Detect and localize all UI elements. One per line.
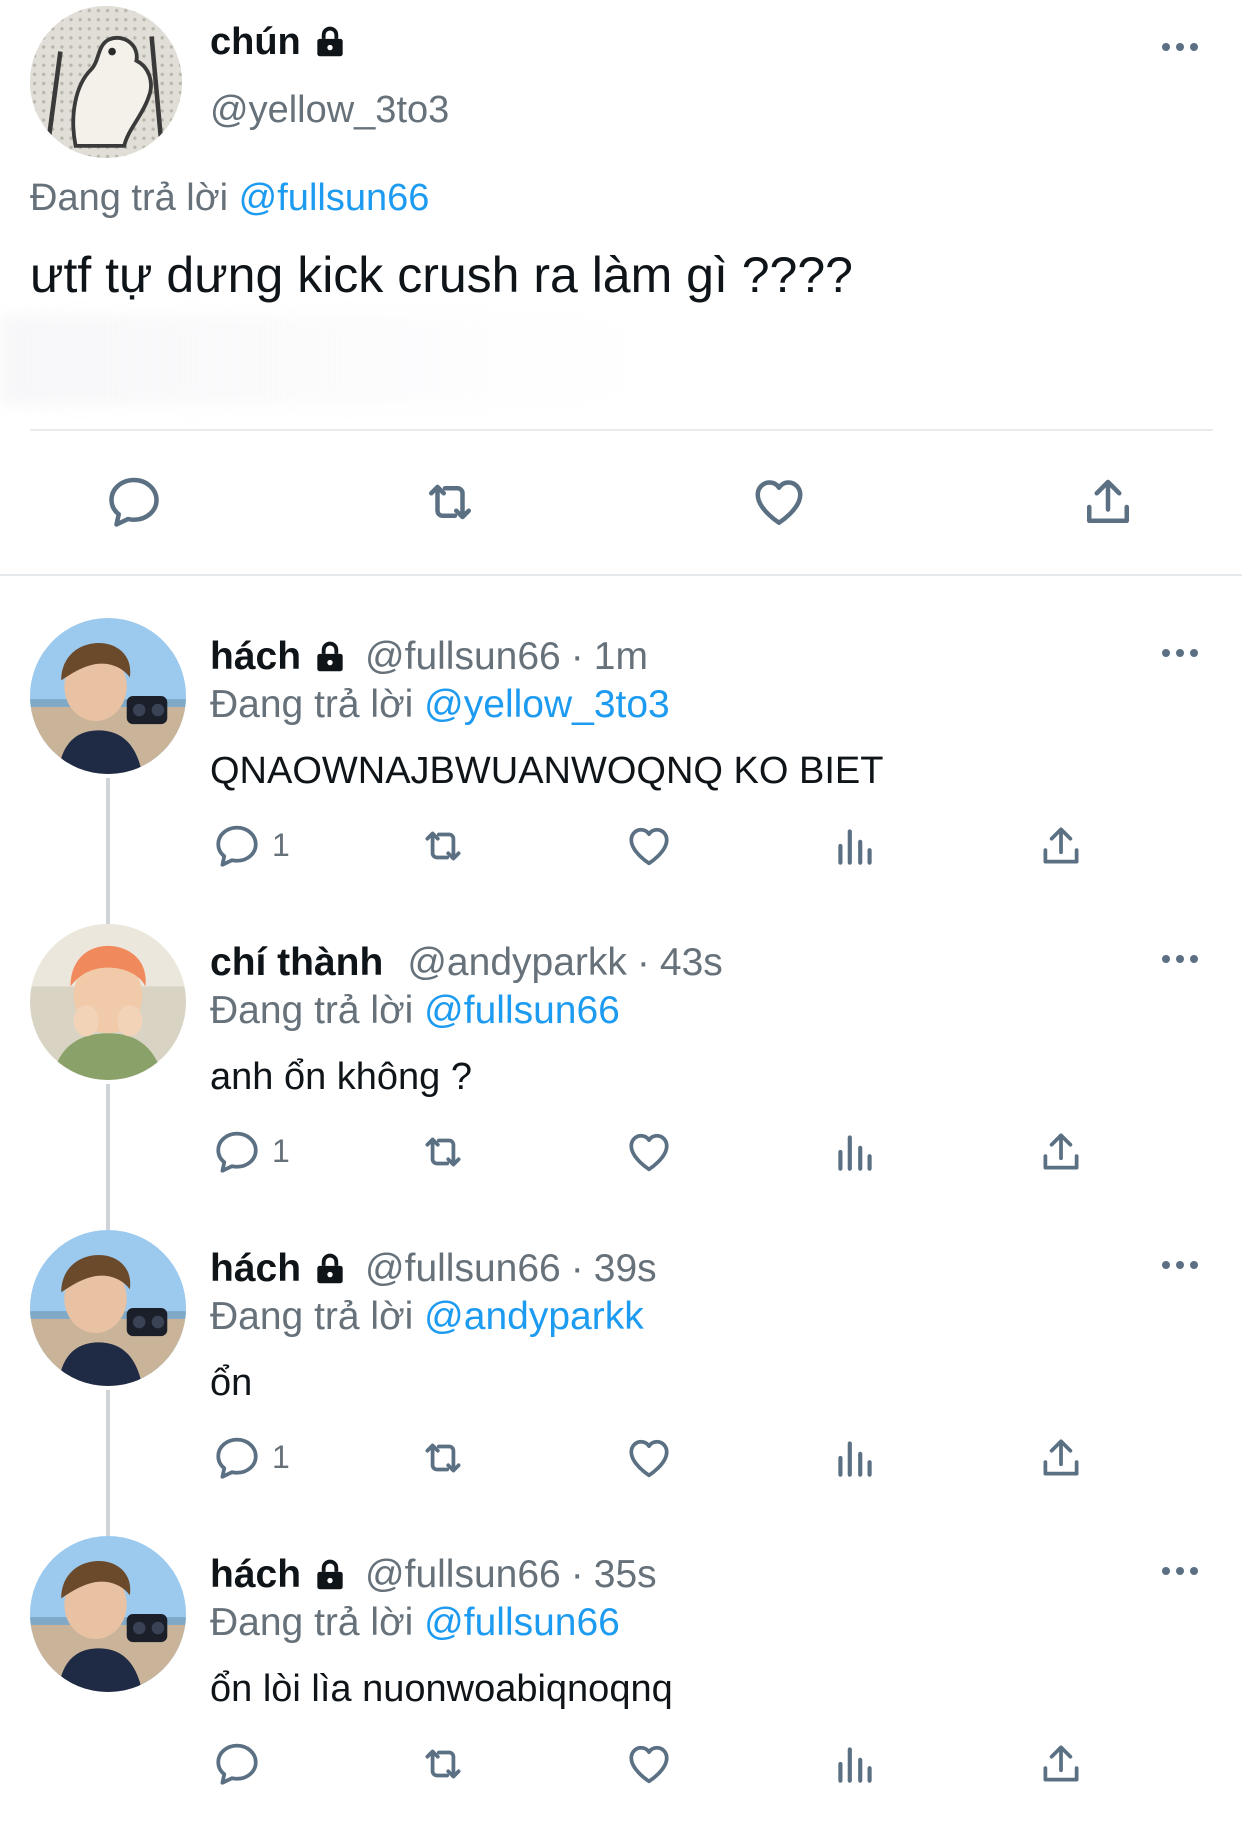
timestamp[interactable]: 1m xyxy=(594,632,648,682)
user-handle[interactable]: @fullsun66 xyxy=(365,1244,561,1294)
separator: · xyxy=(570,1247,584,1290)
display-name[interactable]: hách xyxy=(210,1550,301,1600)
more-options-icon[interactable] xyxy=(1160,952,1200,966)
tweet-header: hách @fullsun66 · 39s xyxy=(210,1244,657,1294)
thread-line xyxy=(106,1390,110,1536)
separator: · xyxy=(570,635,584,678)
display-name[interactable]: chún xyxy=(210,18,301,66)
share-icon[interactable] xyxy=(1036,821,1086,871)
reply-tweet[interactable]: hách @fullsun66 · 39s Đang trả lời @andy… xyxy=(0,1230,1242,1536)
share-icon[interactable] xyxy=(1036,1739,1086,1789)
tweet-header: hách @fullsun66 · 1m xyxy=(210,632,648,682)
avatar[interactable] xyxy=(30,6,182,158)
share-icon[interactable] xyxy=(1036,1127,1086,1177)
retweet-icon[interactable] xyxy=(420,472,480,532)
display-name[interactable]: hách xyxy=(210,1244,301,1294)
retweet-icon[interactable] xyxy=(418,1739,468,1789)
tweet-header: chí thành @andyparkk · 43s xyxy=(210,938,723,988)
more-options-icon[interactable] xyxy=(1160,1564,1200,1578)
views-icon[interactable] xyxy=(830,1739,880,1789)
like-icon[interactable] xyxy=(749,472,809,532)
reply-icon[interactable] xyxy=(212,1433,262,1483)
tweet-text: anh ổn không ? xyxy=(210,1056,473,1098)
display-name-row[interactable]: chún xyxy=(210,18,349,66)
share-icon[interactable] xyxy=(1078,472,1138,532)
replying-prefix: Đang trả lời xyxy=(210,1295,414,1338)
lock-icon xyxy=(311,23,349,61)
lock-icon xyxy=(311,1556,349,1594)
display-name[interactable]: chí thành xyxy=(210,938,383,988)
timestamp[interactable]: 35s xyxy=(594,1550,657,1600)
like-icon[interactable] xyxy=(624,821,674,871)
lock-icon xyxy=(311,638,349,676)
like-icon[interactable] xyxy=(624,1433,674,1483)
tweet-text: ổn lòi lìa nuonwoabiqnoqnq xyxy=(210,1668,673,1710)
thread-line xyxy=(106,1084,110,1230)
avatar[interactable] xyxy=(30,924,186,1080)
divider xyxy=(30,429,1213,431)
reply-icon[interactable] xyxy=(212,1127,262,1177)
user-handle[interactable]: @yellow_3to3 xyxy=(210,86,449,134)
replying-prefix: Đang trả lời xyxy=(210,683,414,726)
views-icon[interactable] xyxy=(830,1433,880,1483)
tweet-header: hách @fullsun66 · 35s xyxy=(210,1550,657,1600)
mention-link[interactable]: @fullsun66 xyxy=(239,177,430,219)
timestamp[interactable]: 39s xyxy=(594,1244,657,1294)
thread-line xyxy=(106,778,110,924)
mention-link[interactable]: @fullsun66 xyxy=(424,1601,620,1644)
reply-tweet[interactable]: chí thành @andyparkk · 43s Đang trả lời … xyxy=(0,924,1242,1230)
like-icon[interactable] xyxy=(624,1739,674,1789)
replying-to-line: Đang trả lời @andyparkk xyxy=(210,1292,644,1342)
timestamp[interactable]: 43s xyxy=(660,938,723,988)
replying-to-line: Đang trả lời @fullsun66 xyxy=(210,986,620,1036)
views-icon[interactable] xyxy=(830,821,880,871)
blurred-area xyxy=(0,315,640,405)
tweet-text: QNAOWNAJBWUANWOQNQ KO BIET xyxy=(210,750,884,792)
mention-link[interactable]: @yellow_3to3 xyxy=(424,683,670,726)
replying-prefix: Đang trả lời xyxy=(210,989,414,1032)
reply-icon[interactable] xyxy=(212,821,262,871)
reply-icon[interactable] xyxy=(104,472,164,532)
views-icon[interactable] xyxy=(830,1127,880,1177)
retweet-icon[interactable] xyxy=(418,1127,468,1177)
like-icon[interactable] xyxy=(624,1127,674,1177)
user-handle[interactable]: @andyparkk xyxy=(407,938,627,988)
retweet-icon[interactable] xyxy=(418,821,468,871)
avatar[interactable] xyxy=(30,618,186,774)
share-icon[interactable] xyxy=(1036,1433,1086,1483)
replying-to-line: Đang trả lời @fullsun66 xyxy=(30,174,429,222)
mention-link[interactable]: @andyparkk xyxy=(424,1295,644,1338)
reply-count: 1 xyxy=(272,1439,290,1475)
avatar[interactable] xyxy=(30,1230,186,1386)
more-options-icon[interactable] xyxy=(1160,40,1200,54)
replying-to-line: Đang trả lời @fullsun66 xyxy=(210,1598,620,1648)
reply-tweet[interactable]: hách @fullsun66 · 35s Đang trả lời @full… xyxy=(0,1536,1242,1842)
reply-tweet[interactable]: hách @fullsun66 · 1m Đang trả lời @yello… xyxy=(0,618,1242,924)
more-options-icon[interactable] xyxy=(1160,646,1200,660)
avatar[interactable] xyxy=(30,1536,186,1692)
reply-count: 1 xyxy=(272,1133,290,1169)
tweet-text: ưtf tự dưng kick crush ra làm gì ???? xyxy=(30,247,853,303)
mention-link[interactable]: @fullsun66 xyxy=(424,989,620,1032)
user-handle[interactable]: @fullsun66 xyxy=(365,632,561,682)
replying-prefix: Đang trả lời xyxy=(30,177,229,219)
separator: · xyxy=(636,941,650,984)
tweet-text: ổn xyxy=(210,1362,253,1404)
replying-prefix: Đang trả lời xyxy=(210,1601,414,1644)
lock-icon xyxy=(311,1250,349,1288)
separator: · xyxy=(570,1553,584,1596)
retweet-icon[interactable] xyxy=(418,1433,468,1483)
display-name[interactable]: hách xyxy=(210,632,301,682)
replying-to-line: Đang trả lời @yellow_3to3 xyxy=(210,680,670,730)
reply-icon[interactable] xyxy=(212,1739,262,1789)
section-divider xyxy=(0,574,1242,576)
user-handle[interactable]: @fullsun66 xyxy=(365,1550,561,1600)
reply-count: 1 xyxy=(272,827,290,863)
more-options-icon[interactable] xyxy=(1160,1258,1200,1272)
focused-tweet: chún @yellow_3to3 Đang trả lời @fullsun6… xyxy=(0,0,1242,575)
